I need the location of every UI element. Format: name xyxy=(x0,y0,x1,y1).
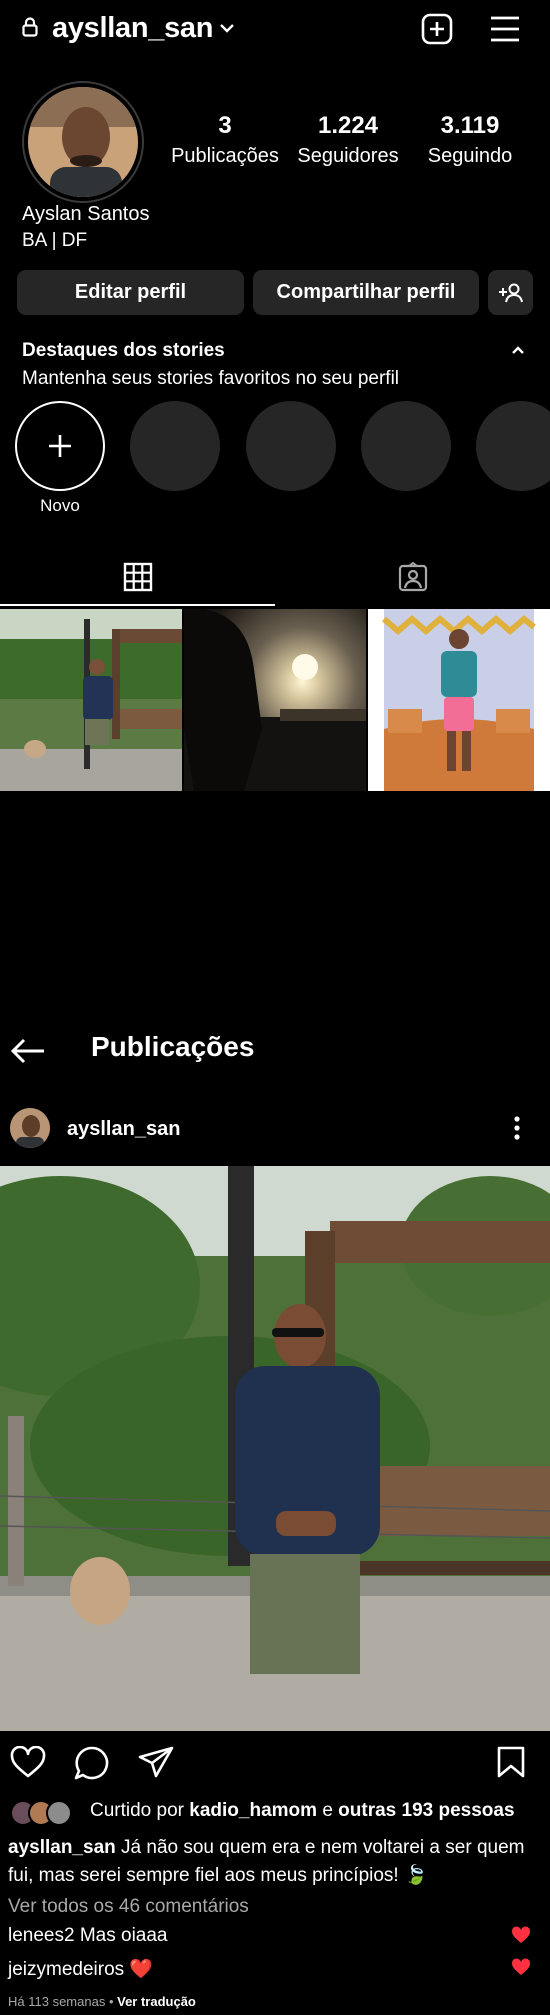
avatar xyxy=(46,1800,72,1826)
time-ago: Há 113 semanas xyxy=(8,1994,106,2009)
profile-full-name: Ayslan Santos xyxy=(22,203,150,225)
profile-avatar[interactable] xyxy=(22,81,144,203)
new-highlight-button[interactable] xyxy=(15,401,105,491)
comment-username[interactable]: jeizymedeiros xyxy=(8,1959,124,1980)
highlight-placeholder xyxy=(246,401,336,491)
post-author-username[interactable]: aysllan_san xyxy=(67,1118,180,1141)
new-highlight-label: Novo xyxy=(40,496,80,515)
avatar-photo xyxy=(28,87,138,197)
more-options-icon[interactable] xyxy=(513,1116,521,1140)
lock-icon xyxy=(22,17,38,37)
post-author-avatar[interactable] xyxy=(10,1108,50,1148)
grid-post-1[interactable] xyxy=(0,609,182,791)
translate-link[interactable]: Ver tradução xyxy=(117,1994,196,2009)
discover-people-button[interactable] xyxy=(488,270,533,315)
view-all-comments-link[interactable]: Ver todos os 46 comentários xyxy=(8,1896,249,1918)
separator: • xyxy=(105,1994,118,2009)
post-timestamp: Há 113 semanas • Ver tradução xyxy=(8,1994,196,2009)
comment-like-icon[interactable] xyxy=(511,1926,531,1944)
menu-icon[interactable] xyxy=(490,15,520,43)
stat-value: 3.119 xyxy=(440,112,500,139)
followers-count[interactable]: 1.224 Seguidores xyxy=(283,112,413,168)
comment-username[interactable]: lenees2 xyxy=(8,1925,75,1946)
tagged-person-icon xyxy=(398,562,428,592)
highlight-placeholder xyxy=(130,401,220,491)
active-tab-indicator xyxy=(0,604,275,606)
chevron-up-icon[interactable] xyxy=(511,345,525,355)
caption-username[interactable]: aysllan_san xyxy=(8,1837,116,1858)
stat-label: Seguindo xyxy=(427,145,513,167)
stat-label: Publicações xyxy=(171,145,279,167)
comment-row: lenees2 Mas oiaaa xyxy=(8,1925,168,1947)
grid-post-2[interactable] xyxy=(184,609,366,791)
edit-profile-button[interactable]: Editar perfil xyxy=(17,270,244,315)
stat-label: Seguidores xyxy=(297,145,399,167)
stat-value: 1.224 xyxy=(317,112,379,139)
liked-by-text[interactable]: Curtido por kadio_hamom e outras 193 pes… xyxy=(90,1800,515,1822)
plus-icon xyxy=(45,431,75,461)
grid-post-3[interactable] xyxy=(368,609,550,791)
highlights-title: Destaques dos stories xyxy=(22,340,225,361)
grid-icon xyxy=(123,562,153,592)
profile-username[interactable]: aysllan_san xyxy=(52,12,213,45)
profile-bio: BA | DF xyxy=(22,230,88,251)
comment-row: jeizymedeiros ❤️ xyxy=(8,1957,153,1981)
highlights-subtitle: Mantenha seus stories favoritos no seu p… xyxy=(22,368,400,389)
add-person-icon xyxy=(498,282,524,304)
comment-icon[interactable] xyxy=(74,1746,110,1780)
tab-tagged[interactable] xyxy=(275,548,550,606)
comment-like-icon[interactable] xyxy=(511,1958,531,1976)
posts-count[interactable]: 3 Publicações xyxy=(160,112,290,168)
post-caption: aysllan_san Já não sou quem era e nem vo… xyxy=(8,1834,543,1890)
following-count[interactable]: 3.119 Seguindo xyxy=(405,112,535,168)
highlight-placeholder xyxy=(361,401,451,491)
highlight-placeholder xyxy=(476,401,550,491)
liked-middle: e xyxy=(317,1800,339,1821)
liked-prefix: Curtido por xyxy=(90,1800,190,1821)
bookmark-icon[interactable] xyxy=(497,1746,525,1778)
tab-posts-grid[interactable] xyxy=(0,548,275,606)
stat-value: 3 xyxy=(218,112,232,139)
post-photo[interactable] xyxy=(0,1166,550,1731)
share-profile-button[interactable]: Compartilhar perfil xyxy=(253,270,479,315)
liked-others[interactable]: outras 193 pessoas xyxy=(338,1800,514,1821)
new-post-icon[interactable] xyxy=(421,13,453,45)
like-icon[interactable] xyxy=(10,1746,46,1778)
chevron-down-icon[interactable] xyxy=(219,22,235,34)
comment-text: ❤️ xyxy=(124,1959,154,1980)
share-icon[interactable] xyxy=(138,1746,174,1778)
comment-text: Mas oiaaa xyxy=(74,1925,168,1946)
page-title: Publicações xyxy=(91,1031,255,1062)
back-arrow-icon[interactable] xyxy=(10,1037,46,1065)
liked-user[interactable]: kadio_hamom xyxy=(189,1800,317,1821)
